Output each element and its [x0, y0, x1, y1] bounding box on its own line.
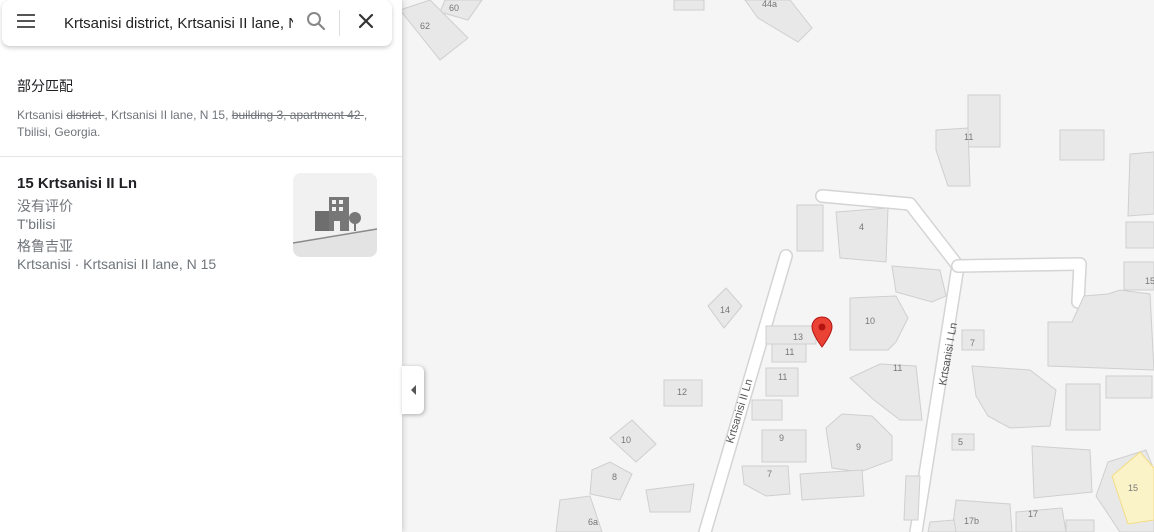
partial-match-title: 部分匹配: [17, 78, 73, 94]
house-number: 8: [612, 472, 617, 482]
house-number: 6a: [588, 517, 598, 527]
matched-text: , Krtsanisi II lane, N 15,: [104, 108, 232, 122]
hamburger-menu-icon: [16, 13, 36, 34]
result-rating: 没有评价: [17, 198, 73, 214]
house-number: 62: [420, 21, 430, 31]
clear-search-button[interactable]: [340, 0, 392, 46]
house-number: 17b: [964, 516, 979, 526]
house-number: 17: [1028, 509, 1038, 519]
house-number: 44a: [762, 0, 777, 9]
house-number: 13: [793, 332, 803, 342]
menu-button[interactable]: [2, 0, 50, 46]
result-address: Krtsanisi · Krtsanisi II lane, N 15: [17, 256, 217, 272]
house-number: 9: [856, 442, 861, 452]
unmatched-text: building 3, apartment 42: [231, 108, 364, 122]
collapse-panel-button[interactable]: [402, 366, 424, 414]
location-pin-icon[interactable]: [810, 316, 834, 348]
building-placeholder-icon: [293, 173, 377, 257]
house-number: 4: [859, 222, 864, 232]
search-icon: [306, 11, 326, 36]
house-number: 9: [779, 433, 784, 443]
side-panel: 部分匹配 Krtsanisi district , Krtsanisi II l…: [0, 0, 402, 532]
search-button[interactable]: [293, 0, 339, 46]
house-number: 10: [865, 316, 875, 326]
house-number: 15: [1145, 276, 1154, 286]
result-country: 格鲁吉亚: [17, 238, 73, 254]
partial-match-text: Krtsanisi district , Krtsanisi II lane, …: [17, 107, 387, 141]
search-result-item[interactable]: 15 Krtsanisi II Ln 没有评价 T'bilisi 格鲁吉亚 Kr…: [0, 157, 402, 277]
house-number: 10: [621, 435, 631, 445]
house-number: 11: [964, 132, 973, 142]
partial-match-section: 部分匹配 Krtsanisi district , Krtsanisi II l…: [17, 76, 387, 141]
close-icon: [358, 13, 374, 34]
house-number: 11: [785, 347, 794, 357]
house-number: 60: [449, 3, 459, 13]
search-box: [2, 0, 392, 46]
house-number: 7: [970, 338, 975, 348]
house-number: 7: [767, 469, 772, 479]
result-city: T'bilisi: [17, 216, 56, 232]
house-number: 14: [720, 305, 730, 315]
result-thumbnail[interactable]: [293, 173, 377, 257]
house-number: 12: [677, 387, 687, 397]
house-number: 5: [958, 437, 963, 447]
house-number: 15: [1128, 483, 1138, 493]
unmatched-text: district: [66, 108, 105, 122]
matched-text: Krtsanisi: [17, 108, 67, 122]
house-number: 11: [893, 363, 902, 373]
house-number: 11: [778, 372, 787, 382]
search-input[interactable]: [50, 8, 293, 38]
caret-left-icon: [410, 385, 416, 395]
result-name: 15 Krtsanisi II Ln: [17, 175, 138, 192]
